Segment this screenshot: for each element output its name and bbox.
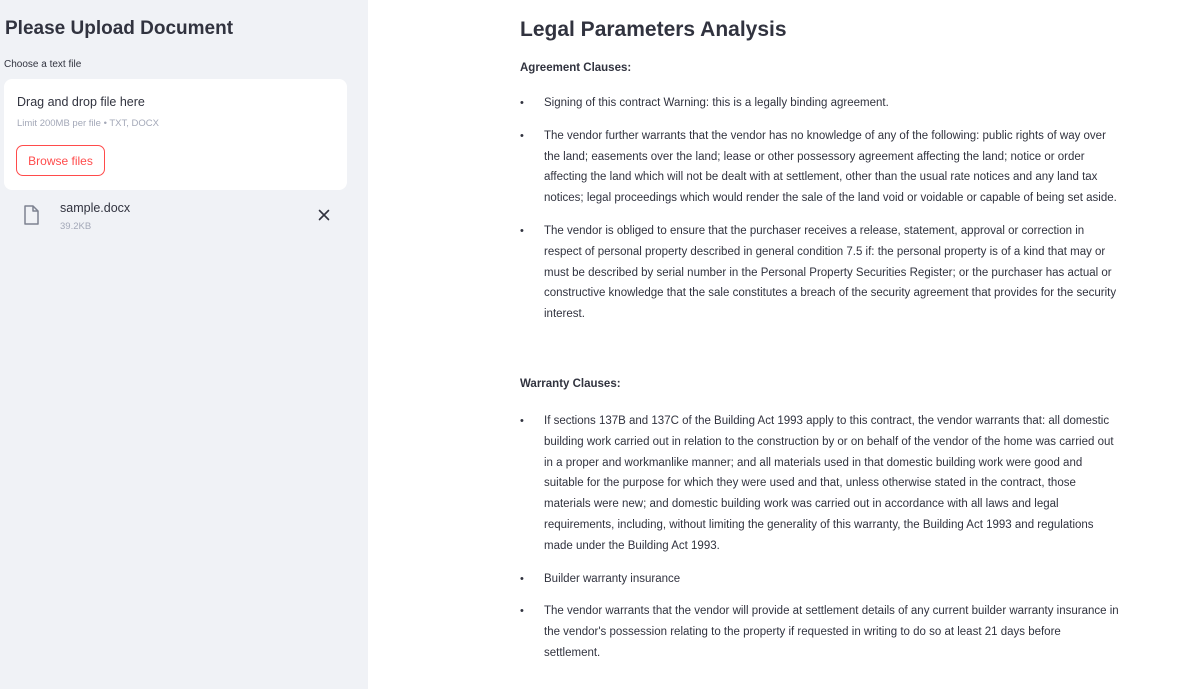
list-item: Builder warranty insurance [520,569,1120,590]
file-dropzone[interactable]: Drag and drop file here Limit 200MB per … [4,79,347,190]
agreement-clauses-list: Signing of this contract Warning: this i… [520,93,1120,337]
file-size: 39.2KB [60,221,92,232]
list-item: The vendor is obliged to ensure that the… [520,221,1120,325]
dropzone-instructions: Drag and drop file here [17,95,145,109]
list-item: The vendor further warrants that the ven… [520,126,1120,209]
sidebar-title: Please Upload Document [5,18,234,39]
file-icon [23,205,40,225]
list-item: If sections 137B and 137C of the Buildin… [520,411,1120,557]
file-name: sample.docx [60,201,131,215]
browse-files-button[interactable]: Browse files [16,145,105,176]
warranty-clauses-heading: Warranty Clauses: [520,378,621,390]
warranty-clauses-list: If sections 137B and 137C of the Buildin… [520,411,1120,676]
list-item: Signing of this contract Warning: this i… [520,93,1120,114]
list-item: The vendor warrants that the vendor will… [520,601,1120,663]
agreement-clauses-heading: Agreement Clauses: [520,62,632,74]
uploader-label: Choose a text file [4,59,82,70]
main-content: Legal Parameters Analysis Agreement Clau… [368,0,1202,689]
close-icon[interactable] [316,207,332,223]
page-title: Legal Parameters Analysis [520,18,787,41]
dropzone-limit-hint: Limit 200MB per file • TXT, DOCX [17,118,159,129]
app: Please Upload Document Choose a text fil… [0,0,1202,689]
uploaded-file-item: sample.docx 39.2KB [20,199,340,239]
sidebar: Please Upload Document Choose a text fil… [0,0,368,689]
